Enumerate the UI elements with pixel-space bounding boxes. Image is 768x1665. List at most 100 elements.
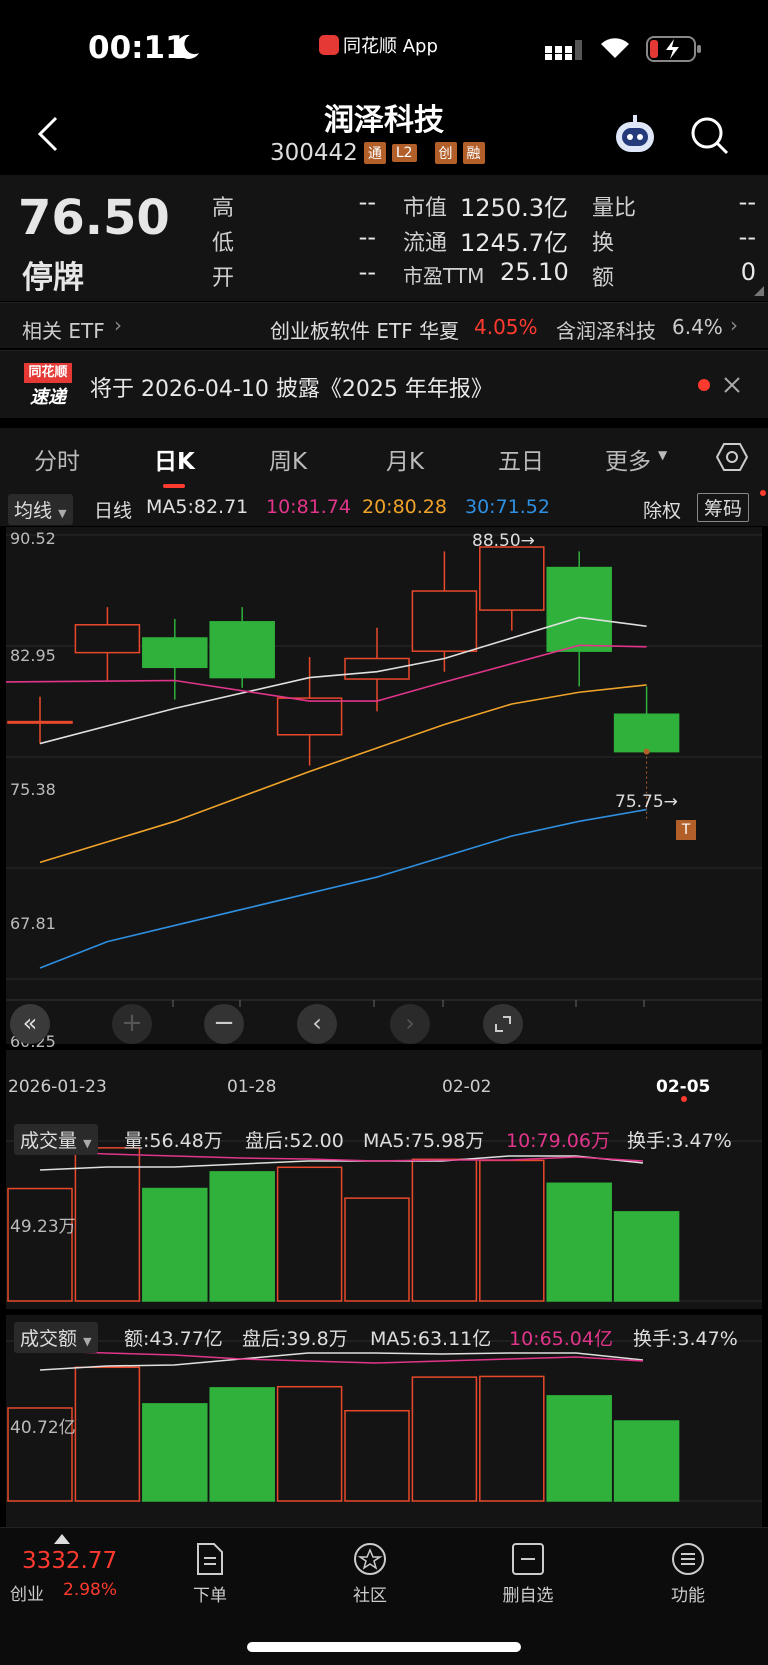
close-icon[interactable] <box>724 377 740 393</box>
nav-community[interactable]: 社区 <box>320 1542 420 1606</box>
volume-after-hours: 盘后:52.00 <box>245 1130 344 1152</box>
tab-daily-k[interactable]: 日K <box>154 442 195 476</box>
ma-legend-bar: 均线 ▼ 日线 MA5:82.71 10:81.74 20:80.28 30:7… <box>0 490 768 526</box>
trading-status: 停牌 <box>22 260 84 296</box>
value-market-cap: 1250.3亿 <box>460 194 568 222</box>
candle <box>142 637 208 669</box>
label-amount: 额 <box>592 266 615 291</box>
amount-bar <box>276 1385 343 1502</box>
amount-bar <box>74 1366 141 1502</box>
amount-dropdown[interactable]: 成交额 ▼ <box>14 1322 98 1353</box>
app-logo-icon <box>319 35 339 55</box>
amount-bar <box>411 1376 478 1502</box>
home-indicator <box>247 1642 521 1652</box>
search-icon[interactable] <box>690 116 730 156</box>
x-axis-label: 02-05 <box>656 1077 711 1097</box>
adjust-toggle[interactable]: 除权 <box>643 496 681 523</box>
amount-axis-label: 40.72亿 <box>10 1418 76 1438</box>
moon-icon <box>176 34 199 59</box>
zoom-in-icon[interactable]: + <box>112 1004 152 1044</box>
trade-marker-t[interactable]: T <box>676 820 696 840</box>
stock-code-line: 300442 通 L2 创 融 <box>270 140 485 166</box>
label-open: 开 <box>212 266 235 291</box>
last-price: 76.50 <box>18 190 170 246</box>
label-volume-ratio: 量比 <box>592 196 637 221</box>
period-label: 日线 <box>94 500 133 522</box>
caret-down-icon: ▼ <box>83 1335 92 1348</box>
remove-watchlist-icon <box>512 1543 544 1575</box>
chevron-right-icon: › <box>114 313 122 337</box>
value-high: -- <box>358 188 376 216</box>
indicator-mode: 均线 <box>14 500 53 522</box>
candle <box>613 713 680 753</box>
stock-code: 300442 <box>270 140 358 166</box>
nav-order[interactable]: 下单 <box>160 1542 260 1606</box>
volume-ma10: 10:79.06万 <box>506 1130 610 1152</box>
period-tabs: 分时 日K 周K 月K 五日 更多 ▼ <box>0 428 768 490</box>
news-logo-top: 同花顺 <box>24 363 72 383</box>
nav-functions-label: 功能 <box>671 1586 705 1606</box>
amount-bar <box>142 1403 208 1502</box>
ma30-line <box>39 808 647 969</box>
amount-after-hours: 盘后:39.8万 <box>242 1328 348 1350</box>
battery-icon <box>646 36 701 62</box>
volume-turnover: 换手:3.47% <box>627 1130 732 1152</box>
volume-header: 成交量 ▼ 量:56.48万 盘后:52.00 MA5:75.98万 10:79… <box>14 1124 764 1155</box>
amount-bar <box>209 1387 275 1502</box>
scroll-left-icon[interactable]: ‹ <box>297 1004 337 1044</box>
fullscreen-icon[interactable] <box>483 1004 523 1044</box>
robot-assistant-icon[interactable] <box>612 114 658 154</box>
volume-bar <box>546 1182 612 1302</box>
tab-intraday[interactable]: 分时 <box>34 442 80 476</box>
y-tick-label: 82.95 <box>10 646 56 665</box>
index-value[interactable]: 3332.77 <box>22 1548 117 1574</box>
label-turnover: 换 <box>592 231 615 256</box>
tab-monthly-k[interactable]: 月K <box>386 442 424 476</box>
tab-weekly-k[interactable]: 周K <box>269 442 307 476</box>
tag-l2: L2 <box>391 144 417 162</box>
value-volume-ratio: -- <box>738 188 756 216</box>
amount-ma5: MA5:63.11亿 <box>370 1328 492 1350</box>
volume-dropdown[interactable]: 成交量 ▼ <box>14 1124 98 1155</box>
nav-functions[interactable]: 功能 <box>638 1542 738 1606</box>
nav-remove-watchlist[interactable]: 删自选 <box>478 1542 578 1606</box>
rewind-double-left-icon[interactable]: « <box>10 1004 50 1044</box>
app-badge[interactable]: 同花顺 App <box>319 32 438 58</box>
y-tick-label: 90.52 <box>10 529 56 548</box>
wifi-icon <box>601 38 629 58</box>
candle <box>7 720 73 724</box>
etf-holding-label: 含润泽科技 <box>556 319 656 343</box>
nav-community-label: 社区 <box>353 1586 387 1606</box>
zoom-out-icon[interactable]: − <box>204 1004 244 1044</box>
x-axis-label: 01-28 <box>227 1077 277 1097</box>
volume-bar <box>276 1166 343 1302</box>
volume-label: 成交量 <box>20 1130 78 1152</box>
volume-bar <box>344 1197 410 1302</box>
scroll-right-icon[interactable]: › <box>390 1004 430 1044</box>
active-tab-indicator <box>163 484 185 488</box>
related-etf-bar[interactable]: 相关 ETF › 创业板软件 ETF 华夏 4.05% 含润泽科技 6.4% › <box>0 302 768 348</box>
ma10-line <box>6 644 647 702</box>
amount-bar <box>344 1409 410 1502</box>
y-tick-label: 75.38 <box>10 780 56 799</box>
volume-bar <box>209 1171 275 1302</box>
index-name: 创业 <box>10 1585 44 1605</box>
value-pe: 25.10 <box>500 258 569 286</box>
expand-corner-icon[interactable] <box>754 286 764 296</box>
indicator-dropdown[interactable]: 均线 ▼ <box>8 494 73 525</box>
volume-bar <box>479 1159 545 1302</box>
tag-rong: 融 <box>462 142 485 164</box>
tab-more[interactable]: 更多 <box>605 442 651 476</box>
x-axis-label: 02-02 <box>442 1077 492 1097</box>
nav-remove-watchlist-label: 删自选 <box>502 1586 554 1606</box>
settings-hexagon-icon[interactable] <box>716 442 748 472</box>
caret-down-icon: ▼ <box>58 507 67 520</box>
candle <box>479 546 545 611</box>
menu-circle-icon <box>672 1543 704 1575</box>
chips-button[interactable]: 筹码 <box>697 493 750 522</box>
label-low: 低 <box>212 231 235 256</box>
unread-dot <box>698 379 710 391</box>
news-bar[interactable]: 同花顺 速递 将于 2026-04-10 披露《2025 年年报》 <box>0 350 768 418</box>
tab-five-day[interactable]: 五日 <box>498 442 544 476</box>
news-logo-bottom: 速递 <box>30 387 66 408</box>
